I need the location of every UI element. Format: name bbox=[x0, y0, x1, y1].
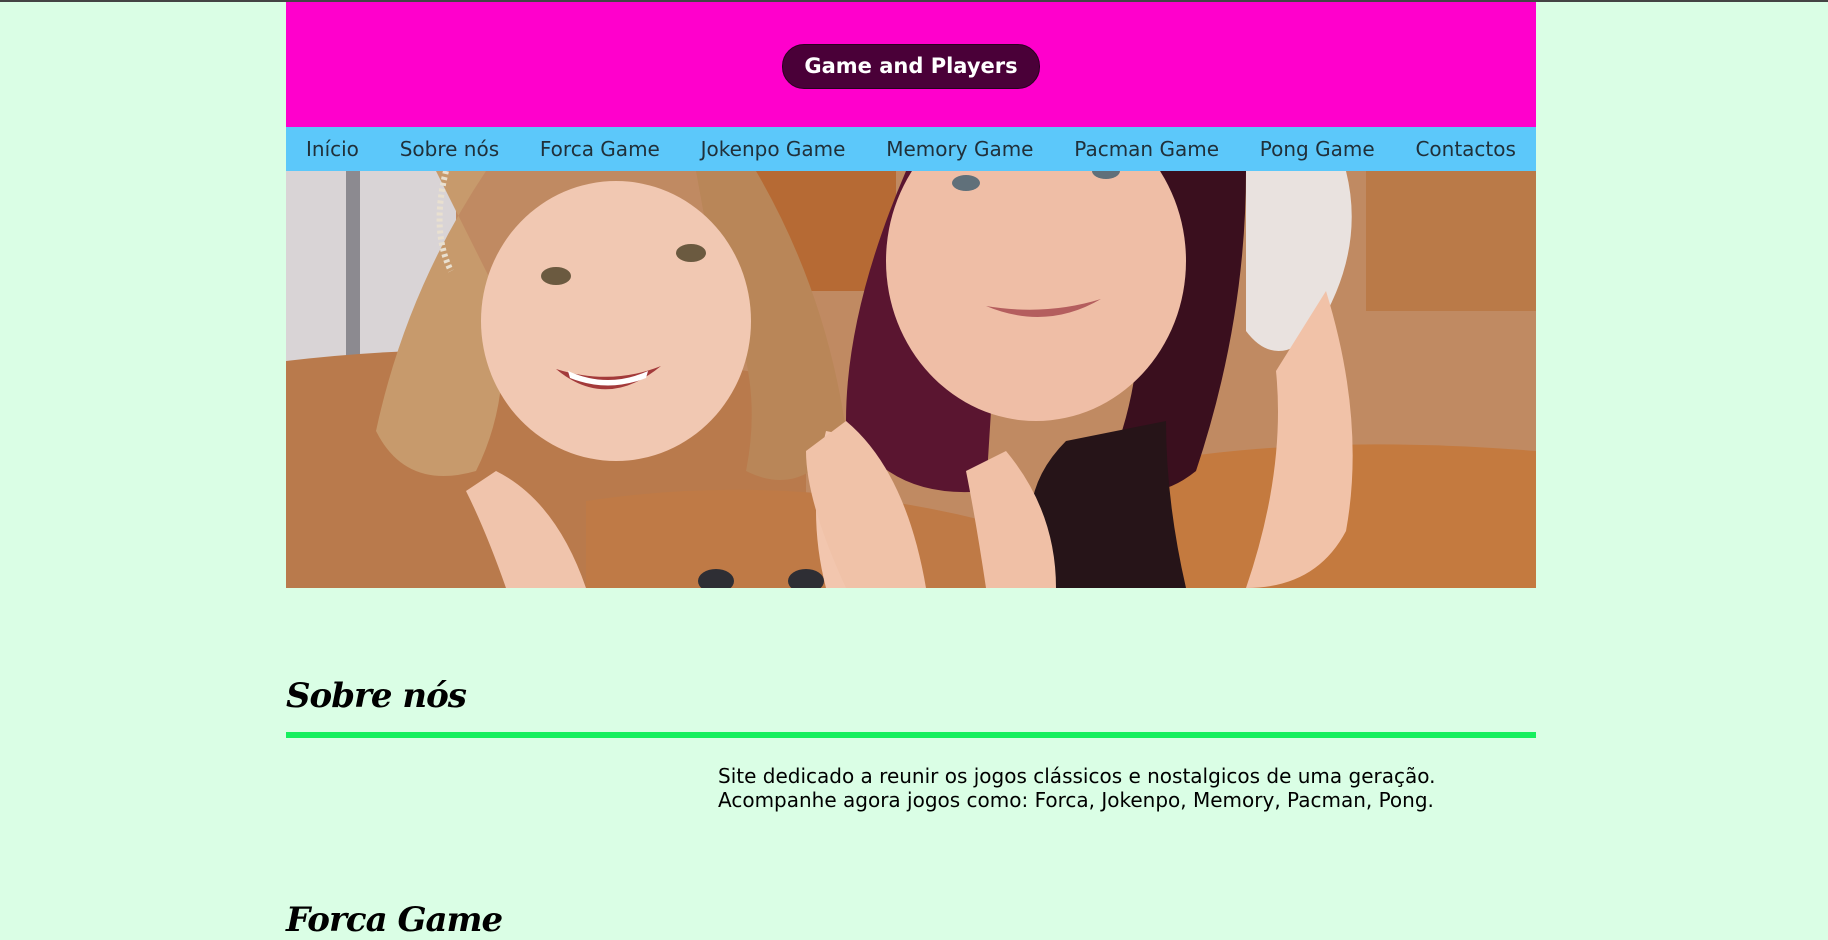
main-nav: Início Sobre nós Forca Game Jokenpo Game… bbox=[286, 127, 1536, 171]
about-line-1: Site dedicado a reunir os jogos clássico… bbox=[718, 764, 1436, 788]
about-divider bbox=[286, 732, 1536, 738]
nav-item-inicio[interactable]: Início bbox=[306, 137, 359, 161]
hero-photo-illustration bbox=[286, 171, 1536, 588]
nav-item-contactos[interactable]: Contactos bbox=[1415, 137, 1515, 161]
hero-image bbox=[286, 171, 1536, 588]
nav-item-pacman-game[interactable]: Pacman Game bbox=[1074, 137, 1219, 161]
about-text: Site dedicado a reunir os jogos clássico… bbox=[718, 764, 1536, 812]
nav-item-pong-game[interactable]: Pong Game bbox=[1260, 137, 1375, 161]
forca-title: Forca Game bbox=[286, 900, 503, 940]
nav-item-jokenpo-game[interactable]: Jokenpo Game bbox=[701, 137, 846, 161]
nav-item-forca-game[interactable]: Forca Game bbox=[540, 137, 660, 161]
about-line-2: Acompanhe agora jogos como: Forca, Joken… bbox=[718, 788, 1434, 812]
nav-item-sobre-nos[interactable]: Sobre nós bbox=[400, 137, 499, 161]
site-title[interactable]: Game and Players bbox=[782, 44, 1040, 89]
nav-item-memory-game[interactable]: Memory Game bbox=[886, 137, 1033, 161]
page-container: Game and Players Início Sobre nós Forca … bbox=[286, 2, 1536, 940]
about-title: Sobre nós bbox=[286, 676, 467, 716]
site-header: Game and Players bbox=[286, 2, 1536, 127]
